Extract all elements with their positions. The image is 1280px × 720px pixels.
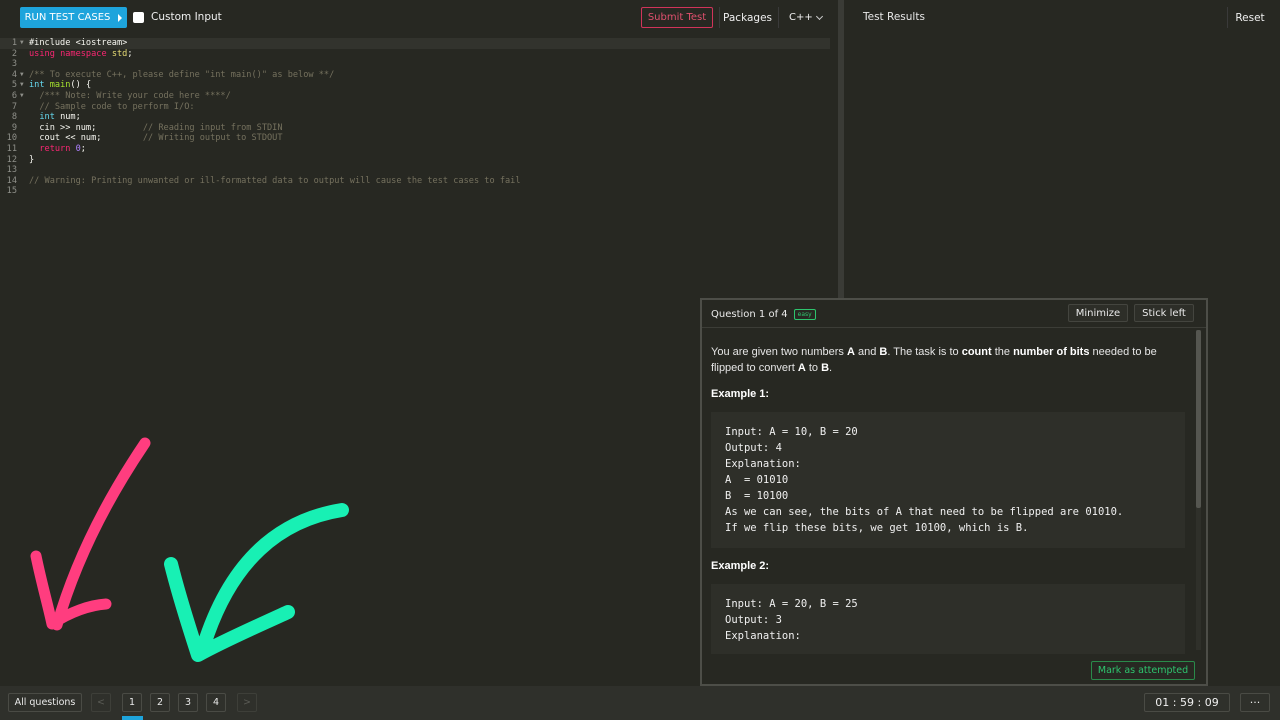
code-line[interactable]: 7 // Sample code to perform I/O: xyxy=(0,102,830,113)
run-label: RUN TEST CASES xyxy=(24,12,111,23)
next-question-button[interactable]: > xyxy=(237,693,257,712)
question-page-3[interactable]: 3 xyxy=(178,693,198,712)
language-value: C++ xyxy=(789,12,813,23)
prev-question-button[interactable]: < xyxy=(91,693,111,712)
question-page-1[interactable]: 1 xyxy=(122,693,142,712)
example-1-block: Input: A = 10, B = 20 Output: 4 Explanat… xyxy=(711,412,1185,548)
packages-button[interactable]: Packages xyxy=(719,7,775,28)
line-number: 2 xyxy=(11,48,17,59)
code-line[interactable]: 11 return 0; xyxy=(0,144,830,155)
code-line[interactable]: 12} xyxy=(0,155,830,166)
line-number: 10 xyxy=(6,133,17,144)
line-number: 1 xyxy=(11,38,17,48)
question-header: Question 1 of 4 easy Minimize Stick left xyxy=(702,300,1206,328)
code-line[interactable]: 15 xyxy=(0,186,830,197)
question-scrollbar[interactable] xyxy=(1196,330,1201,508)
example-2-title: Example 2: xyxy=(711,560,770,572)
fold-icon[interactable]: ▼ xyxy=(20,80,24,91)
fold-icon[interactable]: ▼ xyxy=(20,38,24,49)
code-line[interactable]: 3 xyxy=(0,59,830,70)
line-number: 11 xyxy=(6,144,17,154)
custom-input-checkbox[interactable] xyxy=(133,11,144,23)
difficulty-badge: easy xyxy=(793,309,816,320)
code-line[interactable]: 4 ▼/** To execute C++, please define "int… xyxy=(0,70,830,81)
code-line[interactable]: 1 ▼ #include <iostream> xyxy=(0,38,830,49)
bottom-navigation-bar: All questions < 1 2 3 4 > 01 : 59 : 09 ·… xyxy=(0,686,1280,720)
code-line[interactable]: 5 ▼ int main() { xyxy=(0,80,830,91)
question-statement: You are given two numbers A and B. The t… xyxy=(711,346,1157,374)
line-number: 7 xyxy=(11,101,17,112)
example-2-block: Input: A = 20, B = 25 Output: 3 Explanat… xyxy=(711,584,1185,654)
run-test-cases-button[interactable]: RUN TEST CASES xyxy=(20,7,127,28)
line-number: 8 xyxy=(11,112,17,123)
question-panel: Question 1 of 4 easy Minimize Stick left… xyxy=(700,298,1208,686)
code-line[interactable]: 10 cout << num; // Writing output to STD… xyxy=(0,133,830,144)
line-number: 12 xyxy=(6,154,17,165)
code-line[interactable]: 13 xyxy=(0,165,830,176)
mark-as-attempted-button[interactable]: Mark as attempted xyxy=(1091,661,1195,680)
active-page-indicator xyxy=(122,716,143,720)
code-line[interactable]: 14// Warning: Printing unwanted or ill-f… xyxy=(0,176,830,187)
editor-toolbar: RUN TEST CASES Custom Input Submit Test … xyxy=(0,0,838,36)
line-number: 13 xyxy=(6,165,17,176)
chevron-down-icon xyxy=(815,12,824,20)
all-questions-button[interactable]: All questions xyxy=(8,693,82,712)
test-results-header: Test Results Reset xyxy=(844,0,1280,36)
reset-button[interactable]: Reset xyxy=(1227,7,1272,28)
code-line[interactable]: 6 ▼ /*** Note: Write your code here ****/ xyxy=(0,91,830,102)
question-page-4[interactable]: 4 xyxy=(206,693,226,712)
question-counter: Question 1 of 4 xyxy=(711,309,788,320)
minimize-button[interactable]: Minimize xyxy=(1068,304,1128,322)
question-body: You are given two numbers A and B. The t… xyxy=(711,344,1189,654)
stick-left-button[interactable]: Stick left xyxy=(1134,304,1194,322)
more-options-button[interactable]: ··· xyxy=(1240,693,1270,712)
line-number: 6 xyxy=(11,91,17,101)
test-results-title: Test Results xyxy=(863,11,925,23)
custom-input-toggle[interactable]: Custom Input xyxy=(133,11,222,23)
line-number: 4 xyxy=(11,69,17,80)
fold-icon[interactable]: ▼ xyxy=(20,70,24,81)
play-icon xyxy=(118,13,123,22)
line-number: 5 xyxy=(11,80,17,91)
custom-input-label: Custom Input xyxy=(151,11,222,23)
line-number: 3 xyxy=(11,59,17,70)
line-number: 9 xyxy=(11,122,17,133)
code-line[interactable]: 8 int num; xyxy=(0,112,830,123)
question-title: Question 1 of 4 easy xyxy=(711,309,816,320)
timer: 01 : 59 : 09 xyxy=(1144,693,1230,712)
code-line[interactable]: 9 cin >> num; // Reading input from STDI… xyxy=(0,123,830,134)
code-line[interactable]: 2 using namespace std; xyxy=(0,49,830,60)
example-1-title: Example 1: xyxy=(711,388,770,400)
question-page-2[interactable]: 2 xyxy=(150,693,170,712)
line-number: 14 xyxy=(6,175,17,186)
fold-icon[interactable]: ▼ xyxy=(20,91,24,102)
line-number: 15 xyxy=(6,186,17,197)
language-select[interactable]: C++ xyxy=(778,7,830,28)
submit-test-button[interactable]: Submit Test xyxy=(641,7,713,28)
